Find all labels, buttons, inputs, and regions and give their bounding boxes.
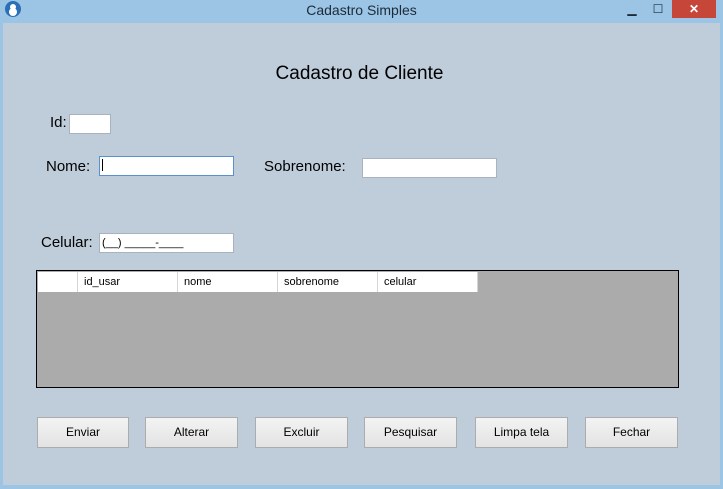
- enviar-button[interactable]: Enviar: [37, 417, 129, 448]
- form-client-area: Cadastro de Cliente Id: Nome: Sobrenome:…: [3, 23, 720, 485]
- sobrenome-label: Sobrenome:: [264, 158, 346, 175]
- title-bar[interactable]: Cadastro Simples ▁ ☐ ✕: [0, 0, 723, 22]
- column-header-id-usar[interactable]: id_usar: [78, 272, 178, 292]
- id-label: Id:: [50, 114, 67, 131]
- alterar-button[interactable]: Alterar: [145, 417, 238, 448]
- fechar-button[interactable]: Fechar: [585, 417, 678, 448]
- pesquisar-button[interactable]: Pesquisar: [364, 417, 457, 448]
- close-button[interactable]: ✕: [672, 0, 716, 18]
- limpa-tela-button[interactable]: Limpa tela: [475, 417, 568, 448]
- clients-data-grid[interactable]: id_usar nome sobrenome celular: [36, 270, 679, 388]
- column-header-sobrenome[interactable]: sobrenome: [278, 272, 378, 292]
- column-header-celular[interactable]: celular: [378, 272, 478, 292]
- grid-header-row: id_usar nome sobrenome celular: [38, 272, 478, 292]
- row-header-corner[interactable]: [38, 272, 78, 292]
- column-header-nome[interactable]: nome: [178, 272, 278, 292]
- nome-field[interactable]: [99, 156, 234, 176]
- excluir-button[interactable]: Excluir: [255, 417, 348, 448]
- form-title: Cadastro de Cliente: [275, 63, 444, 84]
- nome-label: Nome:: [46, 158, 91, 175]
- celular-label: Celular:: [41, 234, 93, 251]
- text-caret: [102, 159, 103, 171]
- celular-field[interactable]: (__) _____-____: [99, 233, 234, 253]
- maximize-button[interactable]: ☐: [646, 0, 670, 18]
- sobrenome-field[interactable]: [362, 158, 497, 178]
- minimize-button[interactable]: ▁: [620, 0, 644, 18]
- window-title: Cadastro Simples: [306, 2, 417, 18]
- id-field[interactable]: [69, 114, 111, 134]
